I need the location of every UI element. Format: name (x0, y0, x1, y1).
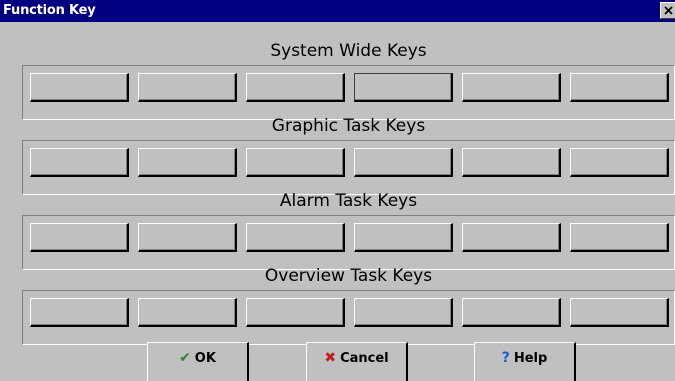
function-key-button[interactable] (570, 148, 669, 177)
function-key-button[interactable] (570, 223, 669, 252)
key-row (22, 215, 675, 270)
question-mark-icon: ? (501, 350, 510, 366)
function-key-button[interactable] (138, 148, 237, 177)
function-key-button[interactable] (354, 298, 453, 327)
group-title: System Wide Keys (270, 41, 427, 61)
function-key-button[interactable] (246, 298, 345, 327)
title-bar: Function Key (0, 0, 675, 22)
help-label: Help (513, 351, 548, 366)
help-button[interactable]: ? Help (474, 342, 576, 381)
function-key-button[interactable] (30, 223, 129, 252)
key-row (22, 140, 675, 195)
graphic-task-keys-group: Graphic Task Keys (22, 115, 675, 201)
function-key-button[interactable] (138, 298, 237, 327)
alarm-task-keys-group: Alarm Task Keys (22, 190, 675, 276)
function-key-button[interactable] (570, 298, 669, 327)
cancel-button[interactable]: ✖ Cancel (306, 342, 408, 381)
function-key-button[interactable] (462, 223, 561, 252)
system-wide-keys-group: System Wide Keys (22, 40, 675, 126)
function-key-button[interactable] (138, 73, 237, 102)
function-key-button[interactable] (246, 73, 345, 102)
ok-button[interactable]: ✔ OK (147, 342, 249, 381)
function-key-dialog: Function Key System Wide Keys Graphic Ta… (0, 0, 675, 381)
function-key-button[interactable] (138, 223, 237, 252)
function-key-button[interactable] (246, 223, 345, 252)
function-key-button[interactable] (30, 298, 129, 327)
overview-task-keys-group: Overview Task Keys (22, 265, 675, 351)
ok-label: OK (194, 351, 216, 366)
function-key-button-focused[interactable] (354, 73, 453, 102)
cancel-label: Cancel (340, 351, 389, 366)
checkmark-icon: ✔ (179, 350, 191, 366)
function-key-button[interactable] (30, 73, 129, 102)
function-key-button[interactable] (354, 223, 453, 252)
function-key-button[interactable] (246, 148, 345, 177)
close-button[interactable] (660, 2, 675, 19)
function-key-button[interactable] (462, 148, 561, 177)
group-title: Alarm Task Keys (279, 191, 418, 211)
x-mark-icon: ✖ (324, 350, 337, 366)
window-title: Function Key (3, 3, 96, 18)
function-key-button[interactable] (570, 73, 669, 102)
group-title: Graphic Task Keys (271, 116, 426, 136)
function-key-button[interactable] (30, 148, 129, 177)
function-key-button[interactable] (354, 148, 453, 177)
close-icon (664, 6, 673, 15)
group-title: Overview Task Keys (264, 266, 433, 286)
function-key-button[interactable] (462, 298, 561, 327)
key-row (22, 65, 675, 120)
key-row (22, 290, 675, 345)
function-key-button[interactable] (462, 73, 561, 102)
